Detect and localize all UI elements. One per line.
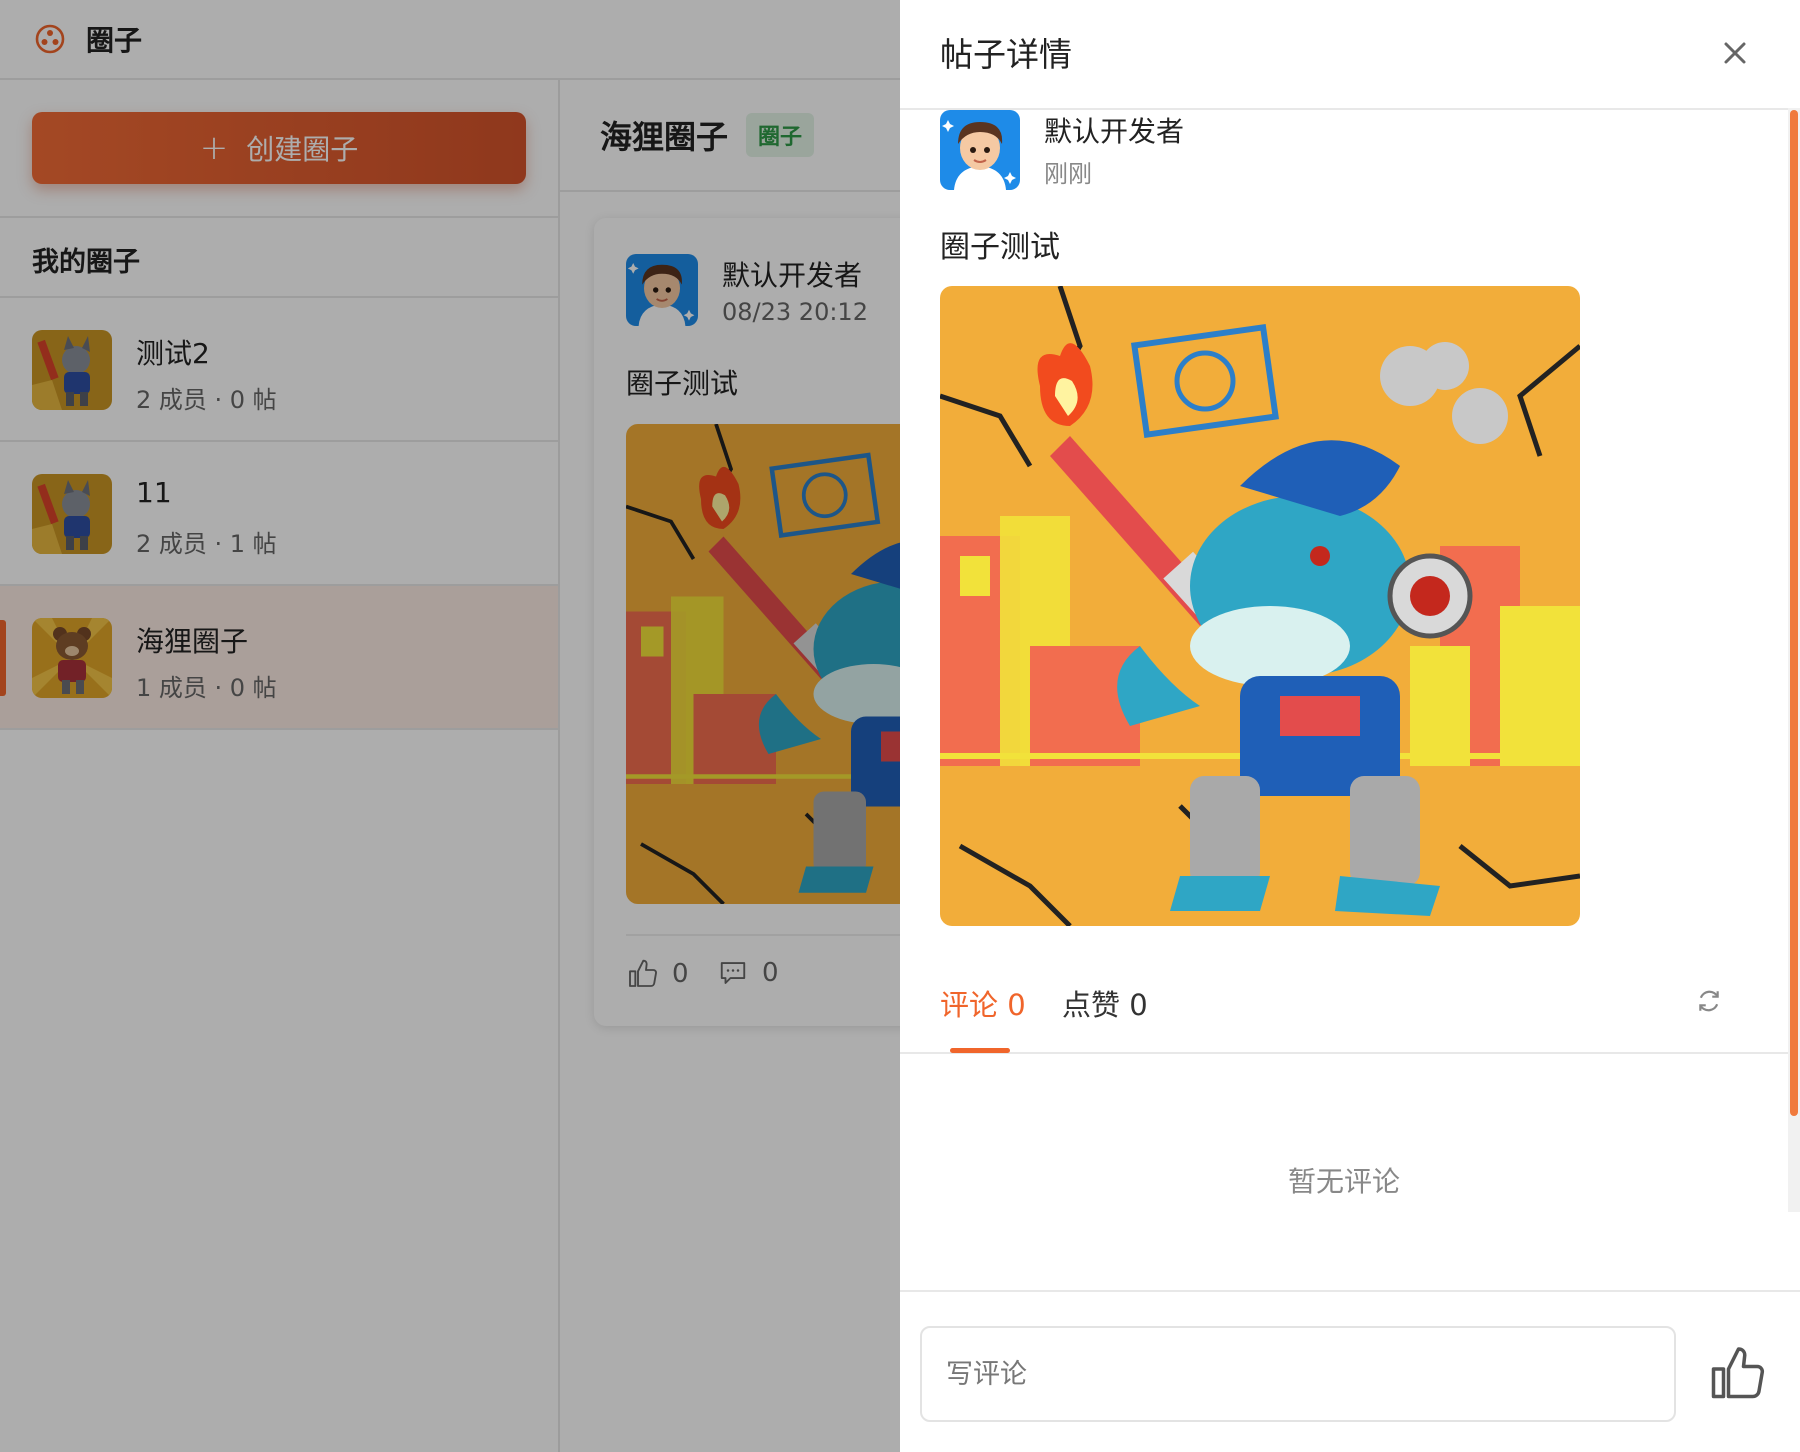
drawer-title: 帖子详情 bbox=[940, 35, 1072, 74]
empty-comments-text: 暂无评论 bbox=[1287, 1165, 1400, 1198]
post-time: 刚刚 bbox=[1044, 160, 1092, 188]
close-icon bbox=[1724, 42, 1746, 64]
author-avatar bbox=[940, 110, 1020, 190]
post-author: 默认开发者 bbox=[1044, 115, 1185, 148]
thumb-up-icon bbox=[1706, 1344, 1766, 1404]
like-button[interactable] bbox=[1700, 1338, 1772, 1410]
tab-likes[interactable]: 点赞 0 bbox=[1062, 982, 1148, 1024]
comment-input[interactable] bbox=[920, 1326, 1676, 1422]
detail-tabs: 评论 0 点赞 0 bbox=[900, 960, 1788, 1054]
close-button[interactable] bbox=[1710, 28, 1760, 78]
drawer-scrollbar[interactable] bbox=[1788, 108, 1800, 1212]
post-content: 圈子测试 bbox=[940, 230, 1060, 265]
post-detail-drawer: 帖子详情 默认开发者 刚刚 圈子测试 评论 0 点赞 0 暂无评论 bbox=[900, 0, 1800, 1452]
modal-overlay[interactable] bbox=[0, 0, 900, 1452]
comment-footer bbox=[900, 1290, 1800, 1452]
drawer-header: 帖子详情 bbox=[900, 0, 1800, 110]
refresh-button[interactable] bbox=[1688, 980, 1730, 1022]
scrollbar-thumb[interactable] bbox=[1790, 110, 1798, 1116]
tab-comments[interactable]: 评论 0 bbox=[940, 982, 1026, 1024]
refresh-icon bbox=[1699, 990, 1719, 1012]
post-image[interactable] bbox=[940, 286, 1580, 926]
active-tab-underline bbox=[950, 1048, 1010, 1053]
